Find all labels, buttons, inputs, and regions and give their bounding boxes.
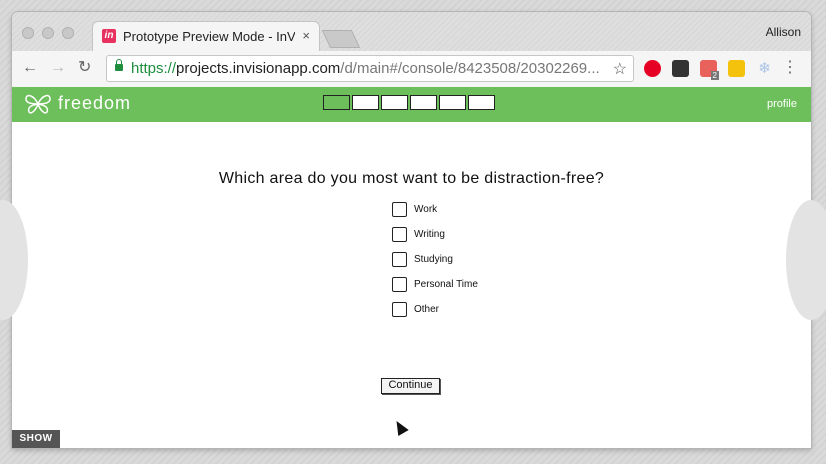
mail-badge: 2: [710, 71, 719, 80]
progress-step: [410, 95, 437, 110]
profile-name[interactable]: Allison: [766, 25, 801, 39]
checkbox[interactable]: [392, 302, 407, 317]
browser-toolbar: ← → ↻ https://projects.invisionapp.com/d…: [12, 51, 811, 88]
progress-step: [323, 95, 350, 110]
survey-content: Which area do you most want to be distra…: [12, 122, 811, 448]
checkbox[interactable]: [392, 277, 407, 292]
option-label: Work: [414, 204, 438, 215]
pinterest-icon[interactable]: [644, 60, 661, 77]
lock-icon: [115, 59, 123, 71]
notes-icon[interactable]: [728, 60, 745, 77]
butterfly-logo-icon: [25, 94, 51, 114]
buffer-icon[interactable]: [672, 60, 689, 77]
back-arrow-icon[interactable]: ←: [22, 59, 38, 77]
option-label: Personal Time: [414, 279, 478, 290]
browser-tab[interactable]: in Prototype Preview Mode - InVision ×: [92, 21, 320, 51]
url-host: projects.invisionapp.com: [176, 60, 341, 77]
maximize-window-button[interactable]: [62, 27, 74, 39]
checkbox[interactable]: [392, 202, 407, 217]
progress-step: [468, 95, 495, 110]
option-label: Other: [414, 304, 440, 315]
mail-icon[interactable]: 2: [700, 60, 719, 80]
option-label: Studying: [414, 254, 453, 265]
browser-window: in Prototype Preview Mode - InVision × A…: [12, 12, 811, 448]
tab-title: Prototype Preview Mode - InVision: [123, 29, 295, 44]
checkbox[interactable]: [392, 227, 407, 242]
snowflake-icon[interactable]: ❄: [756, 60, 773, 77]
survey-question: Which area do you most want to be distra…: [218, 170, 605, 187]
tab-close-icon[interactable]: ×: [302, 28, 310, 43]
progress-step: [439, 95, 466, 110]
url-path: /d/main#/console/8423508/20302269...: [340, 60, 600, 77]
reload-icon[interactable]: ↻: [78, 59, 91, 77]
checkbox[interactable]: [392, 252, 407, 267]
app-header: freedom profile: [12, 87, 811, 122]
profile-link[interactable]: profile: [767, 98, 797, 110]
option-label: Writing: [414, 229, 445, 240]
brand-name[interactable]: freedom: [58, 93, 131, 114]
close-window-button[interactable]: [22, 27, 34, 39]
forward-arrow-icon[interactable]: →: [50, 59, 66, 77]
show-button[interactable]: SHOW: [12, 430, 60, 448]
progress-steps: [323, 95, 497, 110]
progress-step: [381, 95, 408, 110]
title-bar: in Prototype Preview Mode - InVision × A…: [12, 12, 811, 51]
progress-step: [352, 95, 379, 110]
menu-kebab-icon[interactable]: ⋮: [782, 60, 798, 76]
invision-favicon-icon: in: [102, 29, 116, 43]
address-bar[interactable]: https://projects.invisionapp.com/d/main#…: [106, 55, 634, 82]
new-tab-button[interactable]: [321, 30, 361, 48]
bookmark-star-icon[interactable]: ☆: [613, 59, 627, 79]
minimize-window-button[interactable]: [42, 27, 54, 39]
mouse-cursor-icon: [391, 417, 409, 437]
url-text[interactable]: https://projects.invisionapp.com/d/main#…: [131, 60, 600, 77]
continue-button[interactable]: Continue: [381, 378, 440, 394]
url-scheme: https://: [131, 60, 177, 77]
